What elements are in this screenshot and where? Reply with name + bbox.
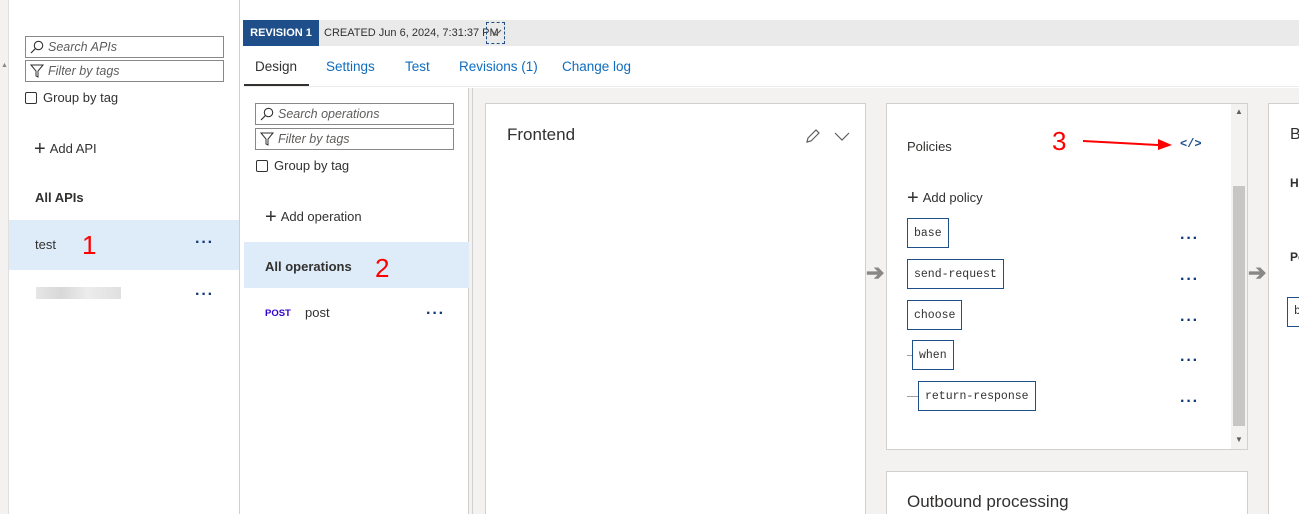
tab-settings[interactable]: Settings [326,59,375,74]
add-api-button[interactable]: + Add API [34,137,97,160]
plus-icon: + [34,137,46,160]
filter-operations-input[interactable]: Filter by tags [255,128,454,150]
annotation-arrow [1083,139,1172,150]
scroll-thumb[interactable] [1233,186,1245,426]
plus-icon: + [265,205,277,228]
filter-operations-placeholder: Filter by tags [278,132,350,146]
search-apis-placeholder: Search APIs [48,40,118,54]
frontend-card: Frontend [485,103,866,514]
api-name: test [35,237,56,252]
group-by-tag-checkbox[interactable] [25,91,37,104]
search-operations-input[interactable]: Search operations [255,103,454,125]
annotation-1: 1 [82,230,97,260]
tab-change-log[interactable]: Change log [562,59,631,74]
policy-tag-when[interactable]: when [912,340,954,370]
add-api-label: Add API [49,141,97,156]
scroll-down-icon[interactable]: ▼ [1235,435,1243,444]
annotation-2: 2 [375,253,390,283]
add-policy-label: Add policy [922,190,983,205]
add-policy-button[interactable]: + Add policy [907,186,983,209]
add-operation-button[interactable]: + Add operation [265,205,362,228]
chevron-down-icon[interactable] [834,132,850,142]
more-dots-icon[interactable]: ··· [195,234,214,252]
more-dots-icon[interactable]: ··· [195,286,214,304]
backend-label-p: Pc [1290,250,1299,264]
all-apis-heading: All APIs [35,190,84,205]
filter-apis-placeholder: Filter by tags [48,64,120,78]
frontend-title: Frontend [507,125,576,144]
filter-apis-input[interactable]: Filter by tags [25,60,224,82]
backend-title: B [1290,126,1299,143]
annotation-3: 3 [1052,126,1067,156]
more-dots-icon[interactable]: ··· [1180,230,1199,248]
left-edge-strip: ▲ [0,0,9,514]
policy-tag-base[interactable]: base [907,218,949,248]
revision-created: CREATED Jun 6, 2024, 7:31:37 PM [324,27,499,39]
more-dots-icon[interactable]: ··· [1180,393,1199,411]
policy-tag-choose[interactable]: choose [907,300,963,330]
tree-connector [907,396,918,397]
tab-design[interactable]: Design [255,59,297,74]
all-operations-label: All operations [265,259,352,274]
group-by-tag-label: Group by tag [274,158,350,173]
backend-label-h: H [1290,176,1299,190]
panel-splitter[interactable] [469,88,473,514]
scroll-up-icon[interactable]: ▲ [1,62,8,69]
arrow-right-icon: ➔ [866,260,885,285]
outbound-title: Outbound processing [907,492,1069,511]
backend-policy-tag[interactable]: b [1287,297,1299,327]
tab-bar: Design Settings Test Revisions (1) Chang… [243,47,1299,87]
group-by-tag-operations[interactable]: Group by tag [256,158,349,173]
revision-bar: REVISION 1 CREATED Jun 6, 2024, 7:31:37 … [243,20,1299,46]
group-by-tag-label: Group by tag [43,90,119,105]
operations-panel [243,88,469,514]
search-apis-input[interactable]: Search APIs [25,36,224,58]
policies-scrollbar[interactable]: ▲ ▼ [1231,104,1247,449]
filter-icon [30,64,44,78]
tab-revisions[interactable]: Revisions (1) [459,59,538,74]
chevron-down-icon[interactable] [486,22,505,44]
more-dots-icon[interactable]: ··· [1180,271,1199,289]
operation-name[interactable]: post [305,305,330,320]
code-view-icon[interactable]: </> [1180,137,1202,151]
outbound-processing-card: Outbound processing [886,471,1248,514]
active-tab-indicator [244,84,309,86]
search-operations-placeholder: Search operations [278,107,380,121]
backend-card: B H Pc b [1268,103,1299,514]
pencil-icon[interactable] [804,127,822,145]
api-list-item-test[interactable]: test ··· [9,220,239,270]
scroll-up-icon[interactable]: ▲ [1235,107,1243,116]
search-icon [260,107,274,121]
search-icon [30,40,44,54]
more-dots-icon[interactable]: ··· [426,305,445,323]
add-operation-label: Add operation [280,209,362,224]
arrow-right-icon: ➔ [1248,260,1267,285]
policy-tag-send-request[interactable]: send-request [907,259,1004,289]
more-dots-icon[interactable]: ··· [1180,352,1199,370]
redacted-api-name [36,287,121,299]
policies-title: Policies [907,139,952,154]
plus-icon: + [907,186,919,209]
tab-test[interactable]: Test [405,59,430,74]
group-by-tag-checkbox[interactable] [256,159,268,172]
filter-icon [260,132,274,146]
policy-tag-return-response[interactable]: return-response [918,381,1036,411]
api-list-panel: Search APIs Filter by tags Group by tag … [9,0,240,514]
group-by-tag-apis[interactable]: Group by tag [25,90,118,105]
revision-badge[interactable]: REVISION 1 [243,20,319,46]
more-dots-icon[interactable]: ··· [1180,312,1199,330]
http-method-badge: POST [265,308,291,319]
